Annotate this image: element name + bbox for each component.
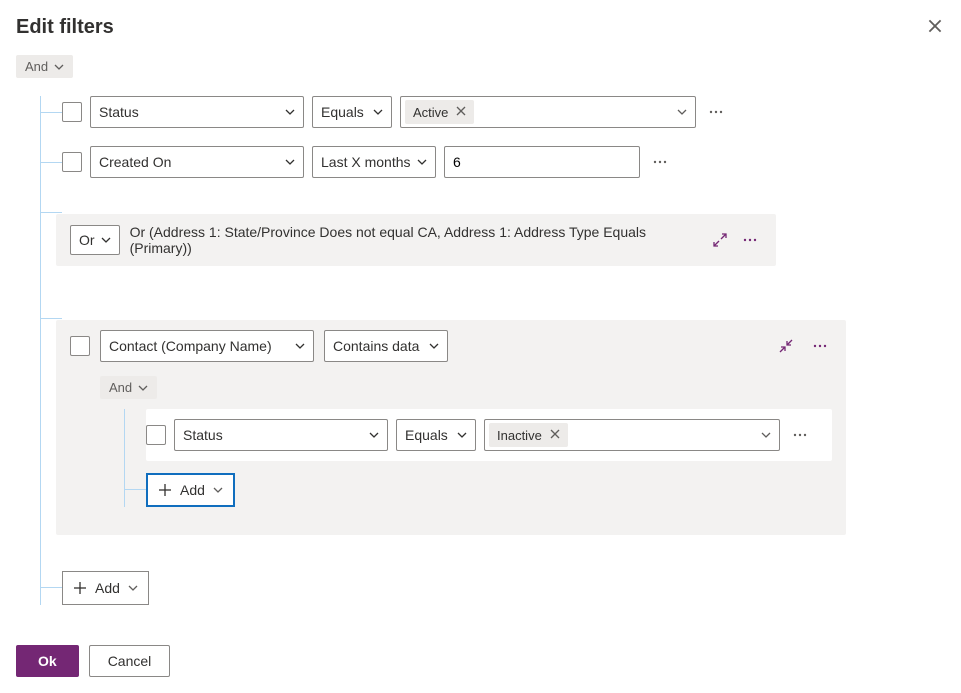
row-checkbox[interactable] (146, 425, 166, 445)
value-tag-label: Inactive (497, 428, 542, 443)
chevron-down-icon (417, 157, 427, 167)
add-button[interactable]: Add (62, 571, 149, 605)
add-row: Add (146, 473, 832, 507)
field-select-value: Status (99, 104, 139, 120)
add-button-label: Add (95, 580, 120, 596)
nested-row-container: Status Equals Inact (146, 409, 832, 461)
field-select-value: Status (183, 427, 223, 443)
collapse-icon[interactable] (778, 338, 794, 354)
value-text-input[interactable] (444, 146, 640, 178)
row-more-button[interactable] (704, 100, 728, 124)
nested-operator-selector[interactable]: And (100, 376, 157, 399)
group-operator-label: Or (79, 232, 95, 248)
chevron-down-icon (213, 485, 223, 495)
root-operator-label: And (25, 59, 48, 74)
chevron-down-icon (369, 430, 379, 440)
related-entity-value: Contact (Company Name) (109, 338, 272, 354)
plus-icon (73, 581, 87, 595)
operator-select[interactable]: Equals (312, 96, 392, 128)
value-input[interactable]: Active (400, 96, 696, 128)
related-entity-select[interactable]: Contact (Company Name) (100, 330, 314, 362)
group-summary: Or (Address 1: State/Province Does not e… (130, 224, 702, 256)
add-button-label: Add (180, 482, 205, 498)
related-operator-value: Contains data (333, 338, 419, 354)
field-select[interactable]: Status (90, 96, 304, 128)
expand-icon[interactable] (712, 232, 728, 248)
group-more-button[interactable] (808, 334, 832, 358)
row-more-button[interactable] (648, 150, 672, 174)
filter-row: Status Equals Active (62, 96, 945, 128)
ok-button[interactable]: Ok (16, 645, 79, 677)
value-input[interactable]: Inactive (484, 419, 780, 451)
chevron-down-icon (429, 341, 439, 351)
chevron-down-icon (457, 430, 467, 440)
field-select-value: Created On (99, 154, 171, 170)
row-checkbox[interactable] (70, 336, 90, 356)
filter-group-wrapper: Or Or (Address 1: State/Province Does no… (62, 196, 945, 284)
operator-select-value: Equals (321, 104, 364, 120)
or-group-card: Or Or (Address 1: State/Province Does no… (56, 214, 776, 266)
cancel-button[interactable]: Cancel (89, 645, 171, 677)
operator-select-value: Equals (405, 427, 448, 443)
chevron-down-icon (373, 107, 383, 117)
group-operator-selector[interactable]: Or (70, 225, 120, 255)
operator-select[interactable]: Equals (396, 419, 476, 451)
add-button[interactable]: Add (146, 473, 235, 507)
nested-operator-label: And (109, 380, 132, 395)
related-operator-select[interactable]: Contains data (324, 330, 448, 362)
related-entity-card: Contact (Company Name) Contains data (56, 320, 846, 535)
filter-group-wrapper: Contact (Company Name) Contains data (62, 302, 945, 553)
chevron-down-icon (677, 107, 687, 117)
value-tag: Inactive (489, 423, 568, 447)
row-more-button[interactable] (788, 423, 812, 447)
remove-tag-icon[interactable] (456, 106, 468, 118)
field-select[interactable]: Status (174, 419, 388, 451)
add-row: Add (62, 571, 945, 605)
chevron-down-icon (761, 430, 771, 440)
chevron-down-icon (128, 583, 138, 593)
operator-select-value: Last X months (321, 154, 411, 170)
chevron-down-icon (138, 383, 148, 393)
remove-tag-icon[interactable] (550, 429, 562, 441)
root-operator-selector[interactable]: And (16, 55, 73, 78)
chevron-down-icon (54, 62, 64, 72)
row-checkbox[interactable] (62, 152, 82, 172)
operator-select[interactable]: Last X months (312, 146, 436, 178)
chevron-down-icon (101, 235, 111, 245)
row-checkbox[interactable] (62, 102, 82, 122)
page-title: Edit filters (16, 16, 114, 39)
filter-row: Status Equals Inact (146, 419, 832, 451)
chevron-down-icon (285, 157, 295, 167)
chevron-down-icon (295, 341, 305, 351)
value-tag: Active (405, 100, 474, 124)
close-icon[interactable] (925, 16, 945, 36)
value-tag-label: Active (413, 105, 448, 120)
chevron-down-icon (285, 107, 295, 117)
group-more-button[interactable] (738, 228, 762, 252)
filter-row: Created On Last X months (62, 146, 945, 178)
field-select[interactable]: Created On (90, 146, 304, 178)
plus-icon (158, 483, 172, 497)
